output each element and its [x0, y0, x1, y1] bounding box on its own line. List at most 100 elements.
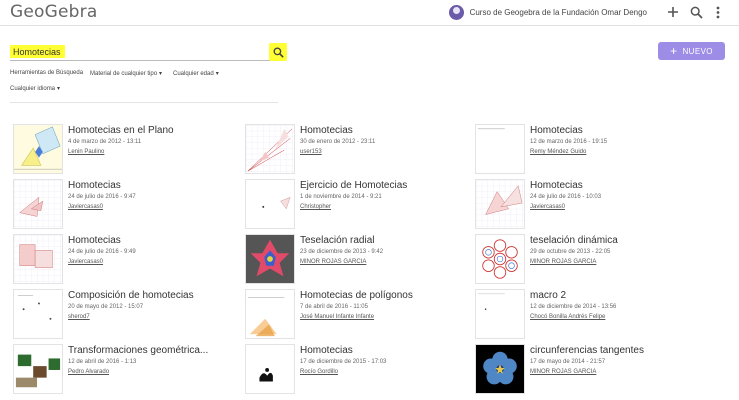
- new-button[interactable]: + NUEVO: [658, 42, 725, 60]
- result-title[interactable]: Homotecias: [300, 345, 353, 356]
- result-date: 1 de noviembre de 2014 - 9:21: [300, 194, 382, 200]
- result-date: 20 de mayo de 2012 - 15:07: [68, 304, 144, 310]
- divider: [10, 102, 278, 103]
- result-thumbnail[interactable]: [245, 234, 295, 284]
- search-button[interactable]: [269, 43, 287, 61]
- result-thumbnail[interactable]: [245, 179, 295, 229]
- search-icon: [273, 47, 284, 58]
- filter-label: Material de cualquier tipo: [90, 71, 158, 77]
- filter-label: Cualquier idioma: [10, 86, 56, 92]
- result-date: 24 de julio de 2016 - 9:47: [68, 194, 136, 200]
- result-card[interactable]: Homotecias 17 de diciembre de 2015 - 17:0…: [245, 344, 470, 396]
- result-title[interactable]: Homotecias: [300, 125, 353, 136]
- result-card[interactable]: Teselación radial 23 de diciembre de 2013…: [245, 234, 470, 286]
- chevron-down-icon: ▾: [57, 86, 61, 92]
- result-date: 29 de octubre de 2013 - 22:05: [530, 249, 611, 255]
- result-date: 24 de julio de 2016 - 9:49: [68, 249, 136, 255]
- result-title[interactable]: Homotecias: [530, 125, 583, 136]
- more-vert-icon[interactable]: [710, 4, 726, 20]
- result-author-link[interactable]: sherod7: [68, 314, 90, 320]
- add-icon[interactable]: [665, 4, 681, 20]
- filter-label: Cualquier edad: [173, 71, 214, 77]
- filter-search-tools[interactable]: Herramientas de Búsqueda: [10, 70, 83, 76]
- result-author-link[interactable]: Remy Méndez Guido: [530, 149, 586, 155]
- result-thumbnail[interactable]: [245, 344, 295, 394]
- result-date: 12 de marzo de 2016 - 19:15: [530, 139, 608, 145]
- result-date: 7 de abril de 2016 - 11:05: [300, 304, 368, 310]
- chevron-down-icon: ▾: [159, 71, 163, 77]
- result-title[interactable]: Homotecias: [530, 180, 583, 191]
- avatar[interactable]: [448, 5, 464, 20]
- result-card[interactable]: Homotecias 12 de marzo de 2016 - 19:15 Rem…: [475, 124, 700, 176]
- filter-language[interactable]: Cualquier idioma ▾: [10, 85, 60, 92]
- result-card[interactable]: Composición de homotecias 20 de mayo de 2…: [13, 289, 238, 341]
- result-date: 23 de diciembre de 2013 - 9:42: [300, 249, 384, 255]
- result-thumbnail[interactable]: [13, 344, 63, 394]
- result-date: 30 de enero de 2012 - 23:11: [300, 139, 376, 145]
- result-author-link[interactable]: Chocó Bonilla Andrés Felipe: [530, 314, 605, 320]
- result-author-link[interactable]: MINOR ROJAS GARCIA: [530, 259, 596, 265]
- result-card[interactable]: Homotecias 24 de julio de 2016 - 10:03 Jav…: [475, 179, 700, 231]
- result-card[interactable]: Homotecias en el Plano 4 de marzo de 2012…: [13, 124, 238, 176]
- filter-material-type[interactable]: Material de cualquier tipo ▾: [90, 70, 162, 77]
- result-card[interactable]: Homotecias 30 de enero de 2012 - 23:11 use…: [245, 124, 470, 176]
- result-card[interactable]: teselación dinámica 29 de octubre de 2013…: [475, 234, 700, 286]
- result-title[interactable]: Ejercicio de Homotecias: [300, 180, 407, 191]
- add-icon: +: [670, 44, 678, 58]
- result-thumbnail[interactable]: [13, 234, 63, 284]
- search-icon[interactable]: [688, 4, 704, 20]
- result-author-link[interactable]: Lenin Paulino: [68, 149, 104, 155]
- result-thumbnail[interactable]: [475, 179, 525, 229]
- result-author-link[interactable]: Javiercasas0: [530, 204, 565, 210]
- result-date: 17 de diciembre de 2015 - 17:03: [300, 359, 387, 365]
- result-card[interactable]: Homotecias 24 de julio de 2016 - 9:47 Javi…: [13, 179, 238, 231]
- result-title[interactable]: macro 2: [530, 290, 566, 301]
- result-title[interactable]: teselación dinámica: [530, 235, 618, 246]
- result-card[interactable]: Homotecias 24 de julio de 2016 - 9:49 Javi…: [13, 234, 238, 286]
- result-title[interactable]: Homotecias en el Plano: [68, 125, 174, 136]
- search-box: [10, 43, 287, 61]
- result-author-link[interactable]: Rocío Gordillo: [300, 369, 338, 375]
- filter-label: Herramientas de Búsqueda: [10, 70, 84, 76]
- result-author-link[interactable]: MINOR ROJAS GARCIA: [300, 259, 366, 265]
- result-thumbnail[interactable]: [475, 124, 525, 174]
- result-date: 17 de mayo de 2014 - 21:57: [530, 359, 606, 365]
- result-title[interactable]: Teselación radial: [300, 235, 375, 246]
- result-card[interactable]: Ejercicio de Homotecias 1 de noviembre de…: [245, 179, 470, 231]
- result-thumbnail[interactable]: [475, 234, 525, 284]
- result-card[interactable]: macro 2 12 de diciembre de 2014 - 13:56 Ch…: [475, 289, 700, 341]
- result-thumbnail[interactable]: [13, 289, 63, 339]
- result-author-link[interactable]: Pedro Alvarado: [68, 369, 109, 375]
- search-input[interactable]: [10, 43, 260, 60]
- result-author-link[interactable]: Javiercasas0: [68, 204, 103, 210]
- result-card[interactable]: Transformaciones geométrica... 12 de abri…: [13, 344, 238, 396]
- result-author-link[interactable]: user153: [300, 149, 322, 155]
- user-name[interactable]: Curso de Geogebra de la Fundación Omar D…: [470, 8, 647, 17]
- result-card[interactable]: circunferencias tangentes 17 de mayo de 2…: [475, 344, 700, 396]
- geogebra-logo[interactable]: GeoGebra: [10, 2, 97, 22]
- result-thumbnail[interactable]: [245, 289, 295, 339]
- result-card[interactable]: Homotecias de polígonos 7 de abril de 201…: [245, 289, 470, 341]
- result-author-link[interactable]: José Manuel Infante Infante: [300, 314, 374, 320]
- filter-age[interactable]: Cualquier edad ▾: [173, 70, 219, 77]
- result-thumbnail[interactable]: [13, 124, 63, 174]
- new-button-label: NUEVO: [682, 46, 713, 56]
- result-title[interactable]: Homotecias: [68, 180, 121, 191]
- result-date: 12 de abril de 2016 - 1:13: [68, 359, 137, 365]
- result-thumbnail[interactable]: [475, 344, 525, 394]
- result-thumbnail[interactable]: [475, 289, 525, 339]
- result-title[interactable]: Homotecias: [68, 235, 121, 246]
- result-author-link[interactable]: Javiercasas0: [68, 259, 103, 265]
- user-menu[interactable]: Curso de Geogebra de la Fundación Omar D…: [448, 5, 647, 20]
- result-title[interactable]: circunferencias tangentes: [530, 345, 644, 356]
- result-thumbnail[interactable]: [245, 124, 295, 174]
- result-author-link[interactable]: Christopher: [300, 204, 331, 210]
- result-title[interactable]: Transformaciones geométrica...: [68, 345, 208, 356]
- result-title[interactable]: Composición de homotecias: [68, 290, 194, 301]
- result-author-link[interactable]: MINOR ROJAS GARCIA: [530, 369, 596, 375]
- result-thumbnail[interactable]: [13, 179, 63, 229]
- result-date: 4 de marzo de 2012 - 13:11: [68, 139, 142, 145]
- result-title[interactable]: Homotecias de polígonos: [300, 290, 413, 301]
- top-bar: GeoGebra Curso de Geogebra de la Fundaci…: [0, 0, 739, 26]
- result-date: 24 de julio de 2016 - 10:03: [530, 194, 602, 200]
